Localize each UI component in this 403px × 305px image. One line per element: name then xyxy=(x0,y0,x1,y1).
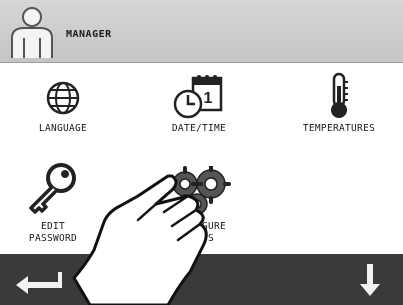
calendar-clock-icon: 1 xyxy=(173,75,223,119)
calendar-day: 1 xyxy=(204,90,213,107)
header-bar: MANAGER xyxy=(0,0,403,63)
language-button[interactable]: LANGUAGE xyxy=(8,76,118,135)
user-icon xyxy=(11,7,53,58)
globe-icon xyxy=(46,81,80,115)
thermometer-icon xyxy=(331,72,348,118)
pointing-hand-icon xyxy=(72,174,208,305)
datetime-button[interactable]: 1 DATE/TIME xyxy=(144,72,254,135)
back-arrow-icon[interactable] xyxy=(14,268,64,294)
language-label: LANGUAGE xyxy=(38,123,88,134)
datetime-label: DATE/TIME xyxy=(171,123,227,134)
temperatures-button[interactable]: TEMPERATURES xyxy=(284,72,394,135)
page-title: MANAGER xyxy=(66,29,112,40)
temperatures-label: TEMPERATURES xyxy=(302,123,376,134)
down-arrow-icon[interactable] xyxy=(358,262,382,298)
